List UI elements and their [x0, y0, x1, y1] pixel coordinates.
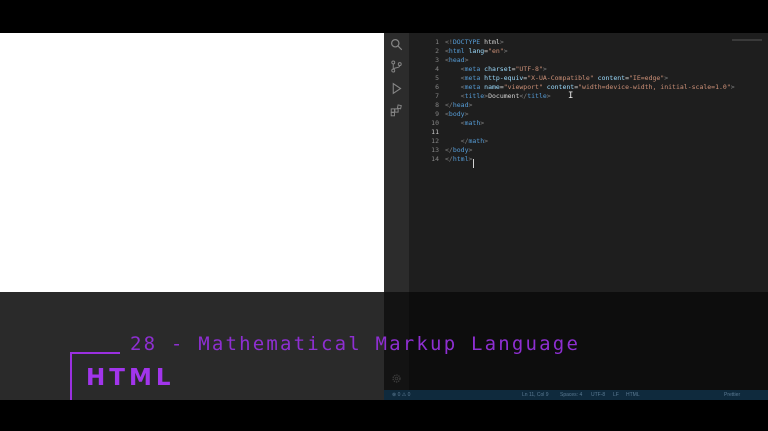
code-line: </math> — [460, 137, 489, 145]
minimap[interactable] — [732, 39, 762, 41]
status-encoding[interactable]: UTF-8 — [591, 392, 605, 398]
badge-label: HTML — [86, 365, 175, 391]
line-number: 2 — [435, 47, 439, 55]
video-subtitle: 28 - Mathematical Markup Language — [130, 333, 581, 355]
line-number: 9 — [435, 110, 439, 118]
status-problems[interactable]: ⊗ 0 ⚠ 0 — [392, 392, 410, 398]
code-line: <!DOCTYPE html> — [445, 38, 504, 46]
code-line: <meta name="viewport" content="width=dev… — [460, 83, 735, 91]
line-number: 3 — [435, 56, 439, 64]
code-line: </html> — [445, 155, 473, 163]
line-number: 11 — [431, 128, 439, 136]
badge-frame-top — [70, 352, 120, 354]
text-cursor — [473, 159, 474, 168]
code-line: <meta charset="UTF-8"> — [460, 65, 547, 73]
status-formatter[interactable]: Prettier — [724, 392, 740, 398]
code-line: <html lang="en"> — [445, 47, 508, 55]
top-letterbox — [0, 0, 768, 33]
status-eol[interactable]: LF — [613, 392, 619, 398]
status-indentation[interactable]: Spaces: 4 — [560, 392, 582, 398]
search-icon[interactable] — [390, 38, 403, 51]
line-number: 5 — [435, 74, 439, 82]
code-line: <math> — [460, 119, 485, 127]
status-bar: ⊗ 0 ⚠ 0 Ln 11, Col 9 Spaces: 4 UTF-8 LF … — [384, 390, 768, 400]
browser-preview-pane — [0, 33, 384, 292]
extensions-icon[interactable] — [390, 104, 403, 117]
line-number: 8 — [435, 101, 439, 109]
code-line: <body> — [445, 110, 469, 118]
code-line: <title>Document</title> — [460, 92, 551, 100]
ibeam-cursor-icon: I — [568, 91, 574, 101]
code-line: <head> — [445, 56, 469, 64]
settings-gear-icon[interactable] — [391, 373, 402, 384]
bottom-letterbox — [0, 400, 768, 431]
source-control-icon[interactable] — [390, 60, 403, 73]
line-number: 13 — [431, 146, 439, 154]
run-debug-icon[interactable] — [390, 82, 403, 95]
line-number: 4 — [435, 65, 439, 73]
code-line: </body> — [445, 146, 473, 154]
status-language[interactable]: HTML — [626, 392, 640, 398]
line-number: 1 — [435, 38, 439, 46]
badge-frame-left — [70, 352, 72, 407]
line-number: 10 — [431, 119, 439, 127]
code-line: <meta http-equiv="X-UA-Compatible" conte… — [460, 74, 669, 82]
line-number: 12 — [431, 137, 439, 145]
line-number: 7 — [435, 92, 439, 100]
line-number: 14 — [431, 155, 439, 163]
code-line: </head> — [445, 101, 473, 109]
status-cursor-position[interactable]: Ln 11, Col 9 — [522, 392, 549, 398]
line-number: 6 — [435, 83, 439, 91]
